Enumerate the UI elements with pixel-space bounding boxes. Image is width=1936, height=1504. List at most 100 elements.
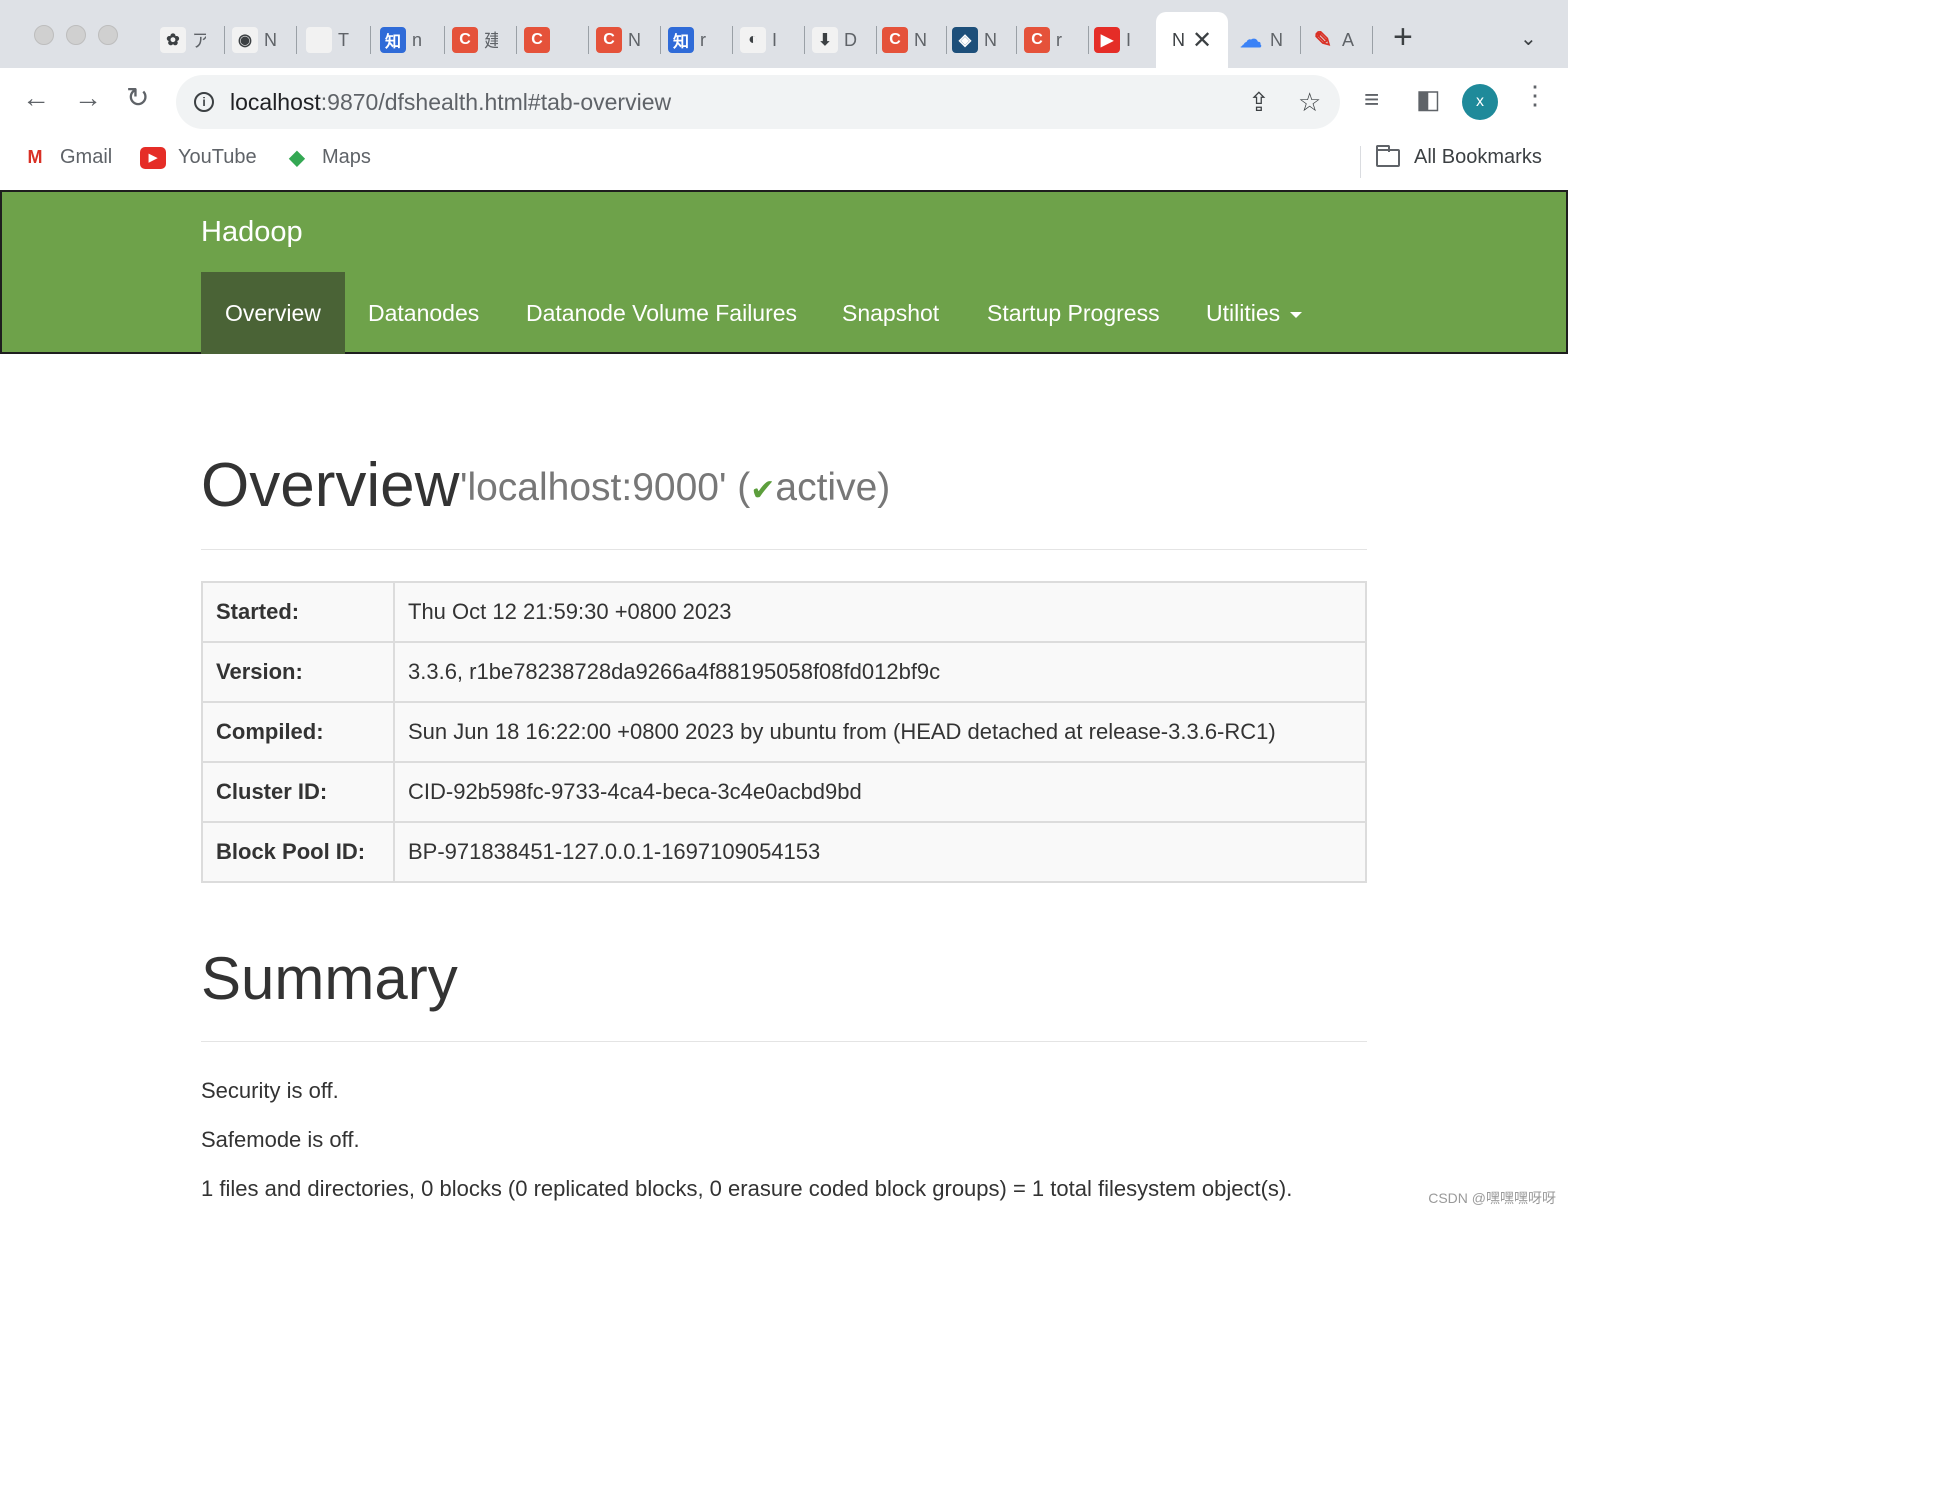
tab-title: N (628, 29, 641, 50)
browser-tab[interactable]: ⬇ D (812, 22, 858, 58)
table-row: Started: Thu Oct 12 21:59:30 +0800 2023 (201, 581, 1367, 643)
all-bookmarks-label: All Bookmarks (1414, 146, 1542, 168)
browser-tab[interactable]: ▶ I (1094, 22, 1140, 58)
hadoop-navbar: Hadoop Overview Datanodes Datanode Volum… (0, 190, 1568, 354)
row-value: BP-971838451-127.0.0.1-1697109054153 (393, 821, 1367, 883)
window-zoom-button[interactable] (98, 25, 118, 45)
row-label: Block Pool ID: (201, 821, 395, 883)
browser-tab[interactable]: C (524, 22, 570, 58)
address-bar[interactable]: i localhost:9870/dfshealth.html#tab-over… (176, 75, 1340, 129)
bookmarks-bar: M Gmail ▶ YouTube ◆ Maps All Bookmarks (0, 136, 1568, 188)
new-tab-button[interactable]: + (1393, 20, 1413, 54)
page-viewport: Hadoop Overview Datanodes Datanode Volum… (0, 188, 1568, 1214)
csdn-icon: C (524, 27, 550, 53)
namenode-host: 'localhost:9000' ( (460, 466, 751, 509)
tab-title: T (338, 29, 349, 50)
browser-tab[interactable]: 知n (380, 22, 426, 58)
tab-snapshot[interactable]: Snapshot (842, 272, 939, 354)
tab-title: n (412, 29, 423, 50)
csdn-icon: C (596, 27, 622, 53)
tab-separator (370, 26, 371, 54)
tab-separator (1016, 26, 1017, 54)
browser-tab[interactable]: ◐ I (740, 22, 786, 58)
browser-tab[interactable]: CN (596, 22, 642, 58)
browser-tab[interactable]: C建 (452, 22, 498, 58)
reload-icon[interactable]: ↻ (126, 84, 149, 112)
tab-overview[interactable]: Overview (201, 272, 345, 354)
media-controls-icon[interactable]: ≡ (1364, 86, 1379, 112)
browser-tab[interactable]: ✎ A (1310, 22, 1356, 58)
tab-separator (876, 26, 877, 54)
back-icon[interactable]: ← (22, 84, 50, 112)
share-icon[interactable]: ⇪ (1248, 87, 1270, 118)
browser-tab[interactable]: ☁ N (1238, 22, 1284, 58)
row-value: Sun Jun 18 16:22:00 +0800 2023 by ubuntu… (393, 701, 1367, 763)
row-label: Cluster ID: (201, 761, 395, 823)
table-row: Version: 3.3.6, r1be78238728da9266a4f8819… (201, 641, 1367, 703)
brand-logo[interactable]: Hadoop (201, 216, 303, 249)
browser-tab[interactable]: Cr (1024, 22, 1070, 58)
tab-title: N (984, 29, 997, 50)
gmail-icon: M (27, 147, 43, 167)
forward-icon[interactable]: → (74, 84, 102, 112)
browser-menu-icon[interactable]: ⋮ (1522, 82, 1548, 108)
browser-tab[interactable]: ◉ N (232, 22, 278, 58)
summary-header: Summary (201, 944, 1367, 1042)
url-path: :9870/dfshealth.html#tab-overview (320, 89, 672, 115)
bookmark-gmail[interactable]: M Gmail (22, 146, 113, 169)
tab-title: ア (192, 31, 206, 51)
tab-title: D (844, 29, 857, 50)
tab-separator (1088, 26, 1089, 54)
tab-separator (946, 26, 947, 54)
active-tab-title: N (1172, 30, 1185, 50)
browser-tab[interactable]: ◈ N (952, 22, 998, 58)
utilities-label: Utilities (1206, 300, 1281, 326)
window-minimize-button[interactable] (66, 25, 86, 45)
tab-startup-progress[interactable]: Startup Progress (987, 272, 1160, 354)
tab-title: N (264, 29, 277, 50)
browser-tab[interactable]: 知r (668, 22, 714, 58)
bookmark-maps[interactable]: ◆ Maps (284, 146, 371, 169)
zhihu-icon: 知 (668, 27, 694, 53)
bookmark-star-icon[interactable]: ☆ (1298, 87, 1321, 118)
zhihu-icon: 知 (380, 27, 406, 53)
apple-icon (306, 27, 332, 53)
tab-separator (444, 26, 445, 54)
side-panel-icon[interactable]: ◧ (1416, 86, 1441, 112)
tab-title: 建 (484, 31, 498, 51)
tab-separator (1300, 26, 1301, 54)
all-bookmarks-button[interactable]: All Bookmarks (1376, 144, 1542, 169)
csdn-icon: C (1024, 27, 1050, 53)
globe-icon: ◐ (740, 27, 766, 53)
bookmark-label: Gmail (60, 146, 113, 168)
bookmark-youtube[interactable]: ▶ YouTube (140, 146, 257, 169)
row-label: Compiled: (201, 701, 395, 763)
window-close-button[interactable] (34, 25, 54, 45)
row-label: Version: (201, 641, 395, 703)
tab-utilities[interactable]: Utilities (1206, 272, 1303, 354)
browser-tab[interactable]: ✿ ア (160, 22, 206, 58)
row-value: Thu Oct 12 21:59:30 +0800 2023 (393, 581, 1367, 643)
close-icon[interactable]: ✕ (1192, 26, 1212, 55)
browser-tab[interactable]: T (306, 22, 352, 58)
browser-tab[interactable]: CN (882, 22, 928, 58)
url-text[interactable]: localhost:9870/dfshealth.html#tab-overvi… (230, 89, 671, 116)
csdn-icon: C (882, 27, 908, 53)
youtube-icon: ▶ (1094, 27, 1120, 53)
row-value: CID-92b598fc-9733-4ca4-beca-3c4e0acbd9bd (393, 761, 1367, 823)
tab-separator (516, 26, 517, 54)
page-title: Overview (201, 451, 460, 520)
tab-datanodes[interactable]: Datanodes (368, 272, 479, 354)
tab-separator (1372, 26, 1373, 54)
tab-search-icon[interactable]: ⌄ (1520, 26, 1537, 51)
tab-datanode-volume-failures[interactable]: Datanode Volume Failures (526, 272, 797, 354)
check-icon: ✔ (750, 474, 776, 507)
tab-separator (804, 26, 805, 54)
tab-title: N (914, 29, 927, 50)
tab-title: r (700, 29, 706, 50)
profile-avatar[interactable]: x (1462, 84, 1498, 120)
active-tab[interactable]: N ✕ (1156, 12, 1228, 68)
download-icon: ⬇ (812, 27, 838, 53)
site-info-icon[interactable]: i (194, 92, 214, 112)
tab-title: N (1270, 29, 1283, 50)
